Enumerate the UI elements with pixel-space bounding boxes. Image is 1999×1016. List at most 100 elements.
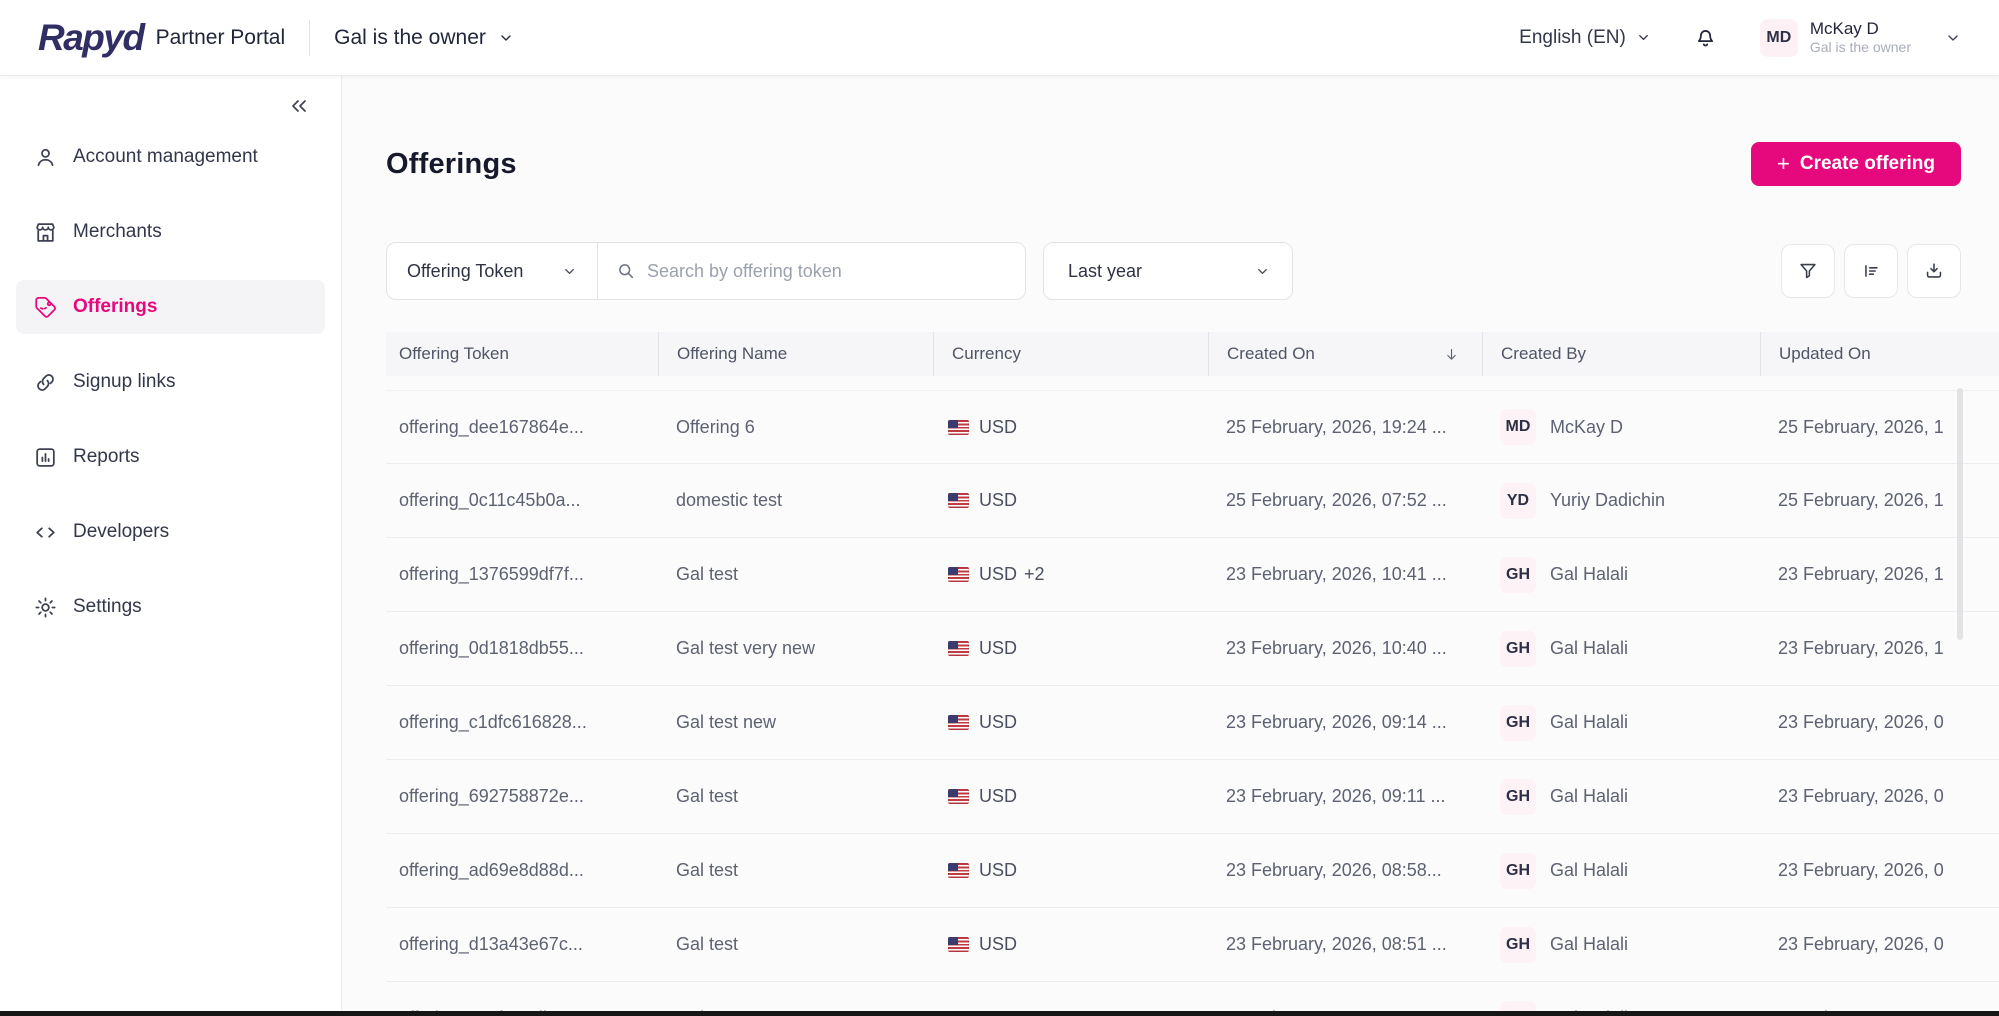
create-offering-label: Create offering bbox=[1800, 153, 1935, 175]
created-by-text: Gal Halali bbox=[1550, 564, 1628, 585]
user-icon bbox=[33, 145, 58, 170]
table-row[interactable]: offering_1376599df7f... Gal test USD +2 … bbox=[386, 538, 1999, 612]
column-header-created-by[interactable]: Created By bbox=[1482, 332, 1760, 376]
sidebar: Account management Merchants Offerings bbox=[0, 76, 342, 1016]
table-row[interactable]: offering_c1dfc616828... Gal test new USD… bbox=[386, 686, 1999, 760]
updated-on-text: 23 February, 2026, 0 bbox=[1778, 712, 1944, 733]
cell-created-by: YD Yuriy Dadichin bbox=[1482, 483, 1760, 519]
cell-currency: USD bbox=[933, 860, 1208, 881]
sidebar-item-signup-links[interactable]: Signup links bbox=[16, 355, 325, 409]
column-header-offering-name[interactable]: Offering Name bbox=[658, 332, 933, 376]
offering-name-text: Offering 6 bbox=[676, 417, 755, 438]
funnel-filter-icon bbox=[1797, 260, 1819, 282]
cell-created-on: 23 February, 2026, 08:51 ... bbox=[1208, 934, 1482, 955]
column-header-label: Created On bbox=[1227, 344, 1315, 364]
column-header-created-on[interactable]: Created On bbox=[1208, 332, 1482, 376]
notifications-bell-icon[interactable] bbox=[1693, 25, 1718, 50]
cell-created-by: GH Gal Halali bbox=[1482, 705, 1760, 741]
chevron-down-icon bbox=[1636, 30, 1651, 45]
currency-text: USD bbox=[979, 860, 1017, 881]
download-button[interactable] bbox=[1907, 244, 1961, 298]
currency-text: USD bbox=[979, 417, 1017, 438]
sidebar-item-merchants[interactable]: Merchants bbox=[16, 205, 325, 259]
user-menu[interactable]: MD McKay D Gal is the owner bbox=[1760, 18, 1961, 57]
cell-updated-on: 25 February, 2026, 1 bbox=[1760, 417, 1999, 438]
offering-token-text: offering_0c11c45b0a... bbox=[399, 490, 580, 511]
us-flag-icon bbox=[948, 789, 969, 804]
cell-created-by: MD McKay D bbox=[1482, 409, 1760, 445]
created-by-text: Gal Halali bbox=[1550, 934, 1628, 955]
org-selector[interactable]: Gal is the owner bbox=[334, 26, 514, 50]
sidebar-collapse-button[interactable] bbox=[287, 94, 311, 118]
creator-avatar: YD bbox=[1500, 483, 1536, 519]
cell-created-on: 23 February, 2026, 09:11 ... bbox=[1208, 786, 1482, 807]
sidebar-item-settings[interactable]: Settings bbox=[16, 580, 325, 634]
updated-on-text: 23 February, 2026, 0 bbox=[1778, 786, 1944, 807]
creator-avatar: GH bbox=[1500, 927, 1536, 963]
vertical-scrollbar-thumb[interactable] bbox=[1957, 388, 1963, 640]
offering-token-text: offering_692758872e... bbox=[399, 786, 584, 807]
cell-created-on: 23 February, 2026, 09:14 ... bbox=[1208, 712, 1482, 733]
offering-name-text: Gal test bbox=[676, 564, 738, 585]
table-row[interactable]: offering_ad69e8d88d... Gal test USD 23 F… bbox=[386, 834, 1999, 908]
cell-offering-name: Offering 6 bbox=[658, 417, 933, 438]
filter-button[interactable] bbox=[1781, 244, 1835, 298]
created-by-text: Yuriy Dadichin bbox=[1550, 490, 1665, 511]
column-header-updated-on[interactable]: Updated On bbox=[1760, 332, 1999, 376]
org-selector-label: Gal is the owner bbox=[334, 26, 486, 50]
us-flag-icon bbox=[948, 863, 969, 878]
date-range-selector[interactable]: Last year bbox=[1043, 242, 1293, 300]
cell-created-by: GH Gal Halali bbox=[1482, 927, 1760, 963]
search-field-selector[interactable]: Offering Token bbox=[387, 243, 598, 299]
created-on-text: 23 February, 2026, 09:11 ... bbox=[1226, 786, 1445, 807]
user-name: McKay D bbox=[1810, 18, 1911, 39]
product-name: Partner Portal bbox=[156, 26, 286, 50]
creator-avatar: GH bbox=[1500, 705, 1536, 741]
date-range-label: Last year bbox=[1068, 261, 1142, 282]
created-by-text: McKay D bbox=[1550, 417, 1623, 438]
cell-created-on: 25 February, 2026, 07:52 ... bbox=[1208, 490, 1482, 511]
table-row[interactable]: offering_692758872e... Gal test USD 23 F… bbox=[386, 760, 1999, 834]
column-header-currency[interactable]: Currency bbox=[933, 332, 1208, 376]
cell-offering-name: Gal test bbox=[658, 564, 933, 585]
sort-desc-arrow-icon[interactable] bbox=[1443, 346, 1460, 363]
sidebar-item-account-management[interactable]: Account management bbox=[16, 130, 325, 184]
offering-name-text: Gal test new bbox=[676, 712, 776, 733]
table-row[interactable]: offering_0c11c45b0a... domestic test USD… bbox=[386, 464, 1999, 538]
created-on-text: 23 February, 2026, 09:14 ... bbox=[1226, 712, 1447, 733]
create-offering-button[interactable]: + Create offering bbox=[1751, 142, 1961, 186]
bottom-edge-bar bbox=[0, 1011, 1999, 1016]
currency-text: USD bbox=[979, 638, 1017, 659]
offering-name-text: Gal test bbox=[676, 786, 738, 807]
cell-updated-on: 25 February, 2026, 1 bbox=[1760, 490, 1999, 511]
cell-offering-token: offering_c1dfc616828... bbox=[386, 712, 658, 733]
sidebar-item-offerings[interactable]: Offerings bbox=[16, 280, 325, 334]
sidebar-item-developers[interactable]: Developers bbox=[16, 505, 325, 559]
offering-name-text: domestic test bbox=[676, 490, 782, 511]
cell-currency: USD bbox=[933, 490, 1208, 511]
created-on-text: 25 February, 2026, 19:24 ... bbox=[1226, 417, 1447, 438]
cell-created-on: 23 February, 2026, 08:58... bbox=[1208, 860, 1482, 881]
cell-updated-on: 23 February, 2026, 0 bbox=[1760, 786, 1999, 807]
user-meta: McKay D Gal is the owner bbox=[1810, 18, 1911, 57]
table-row[interactable]: offering_0d1818db55... Gal test very new… bbox=[386, 612, 1999, 686]
updated-on-text: 23 February, 2026, 1 bbox=[1778, 638, 1944, 659]
table-row[interactable]: offering_dee167864e... Offering 6 USD 25… bbox=[386, 390, 1999, 464]
sidebar-item-reports[interactable]: Reports bbox=[16, 430, 325, 484]
currency-extra-text: +2 bbox=[1024, 564, 1045, 585]
language-selector[interactable]: English (EN) bbox=[1519, 27, 1651, 49]
created-by-text: Gal Halali bbox=[1550, 638, 1628, 659]
cell-updated-on: 23 February, 2026, 0 bbox=[1760, 860, 1999, 881]
column-header-offering-token[interactable]: Offering Token bbox=[386, 332, 658, 376]
cell-created-on: 23 February, 2026, 10:41 ... bbox=[1208, 564, 1482, 585]
search-input[interactable] bbox=[647, 261, 1007, 282]
us-flag-icon bbox=[948, 567, 969, 582]
sort-button[interactable] bbox=[1844, 244, 1898, 298]
currency-text: USD bbox=[979, 786, 1017, 807]
rapyd-logo: Rapyd bbox=[38, 19, 144, 56]
cell-offering-name: domestic test bbox=[658, 490, 933, 511]
created-by-text: Gal Halali bbox=[1550, 786, 1628, 807]
table-row[interactable]: offering_d13a43e67c... Gal test USD 23 F… bbox=[386, 908, 1999, 982]
currency-text: USD bbox=[979, 564, 1017, 585]
code-icon bbox=[33, 520, 58, 545]
